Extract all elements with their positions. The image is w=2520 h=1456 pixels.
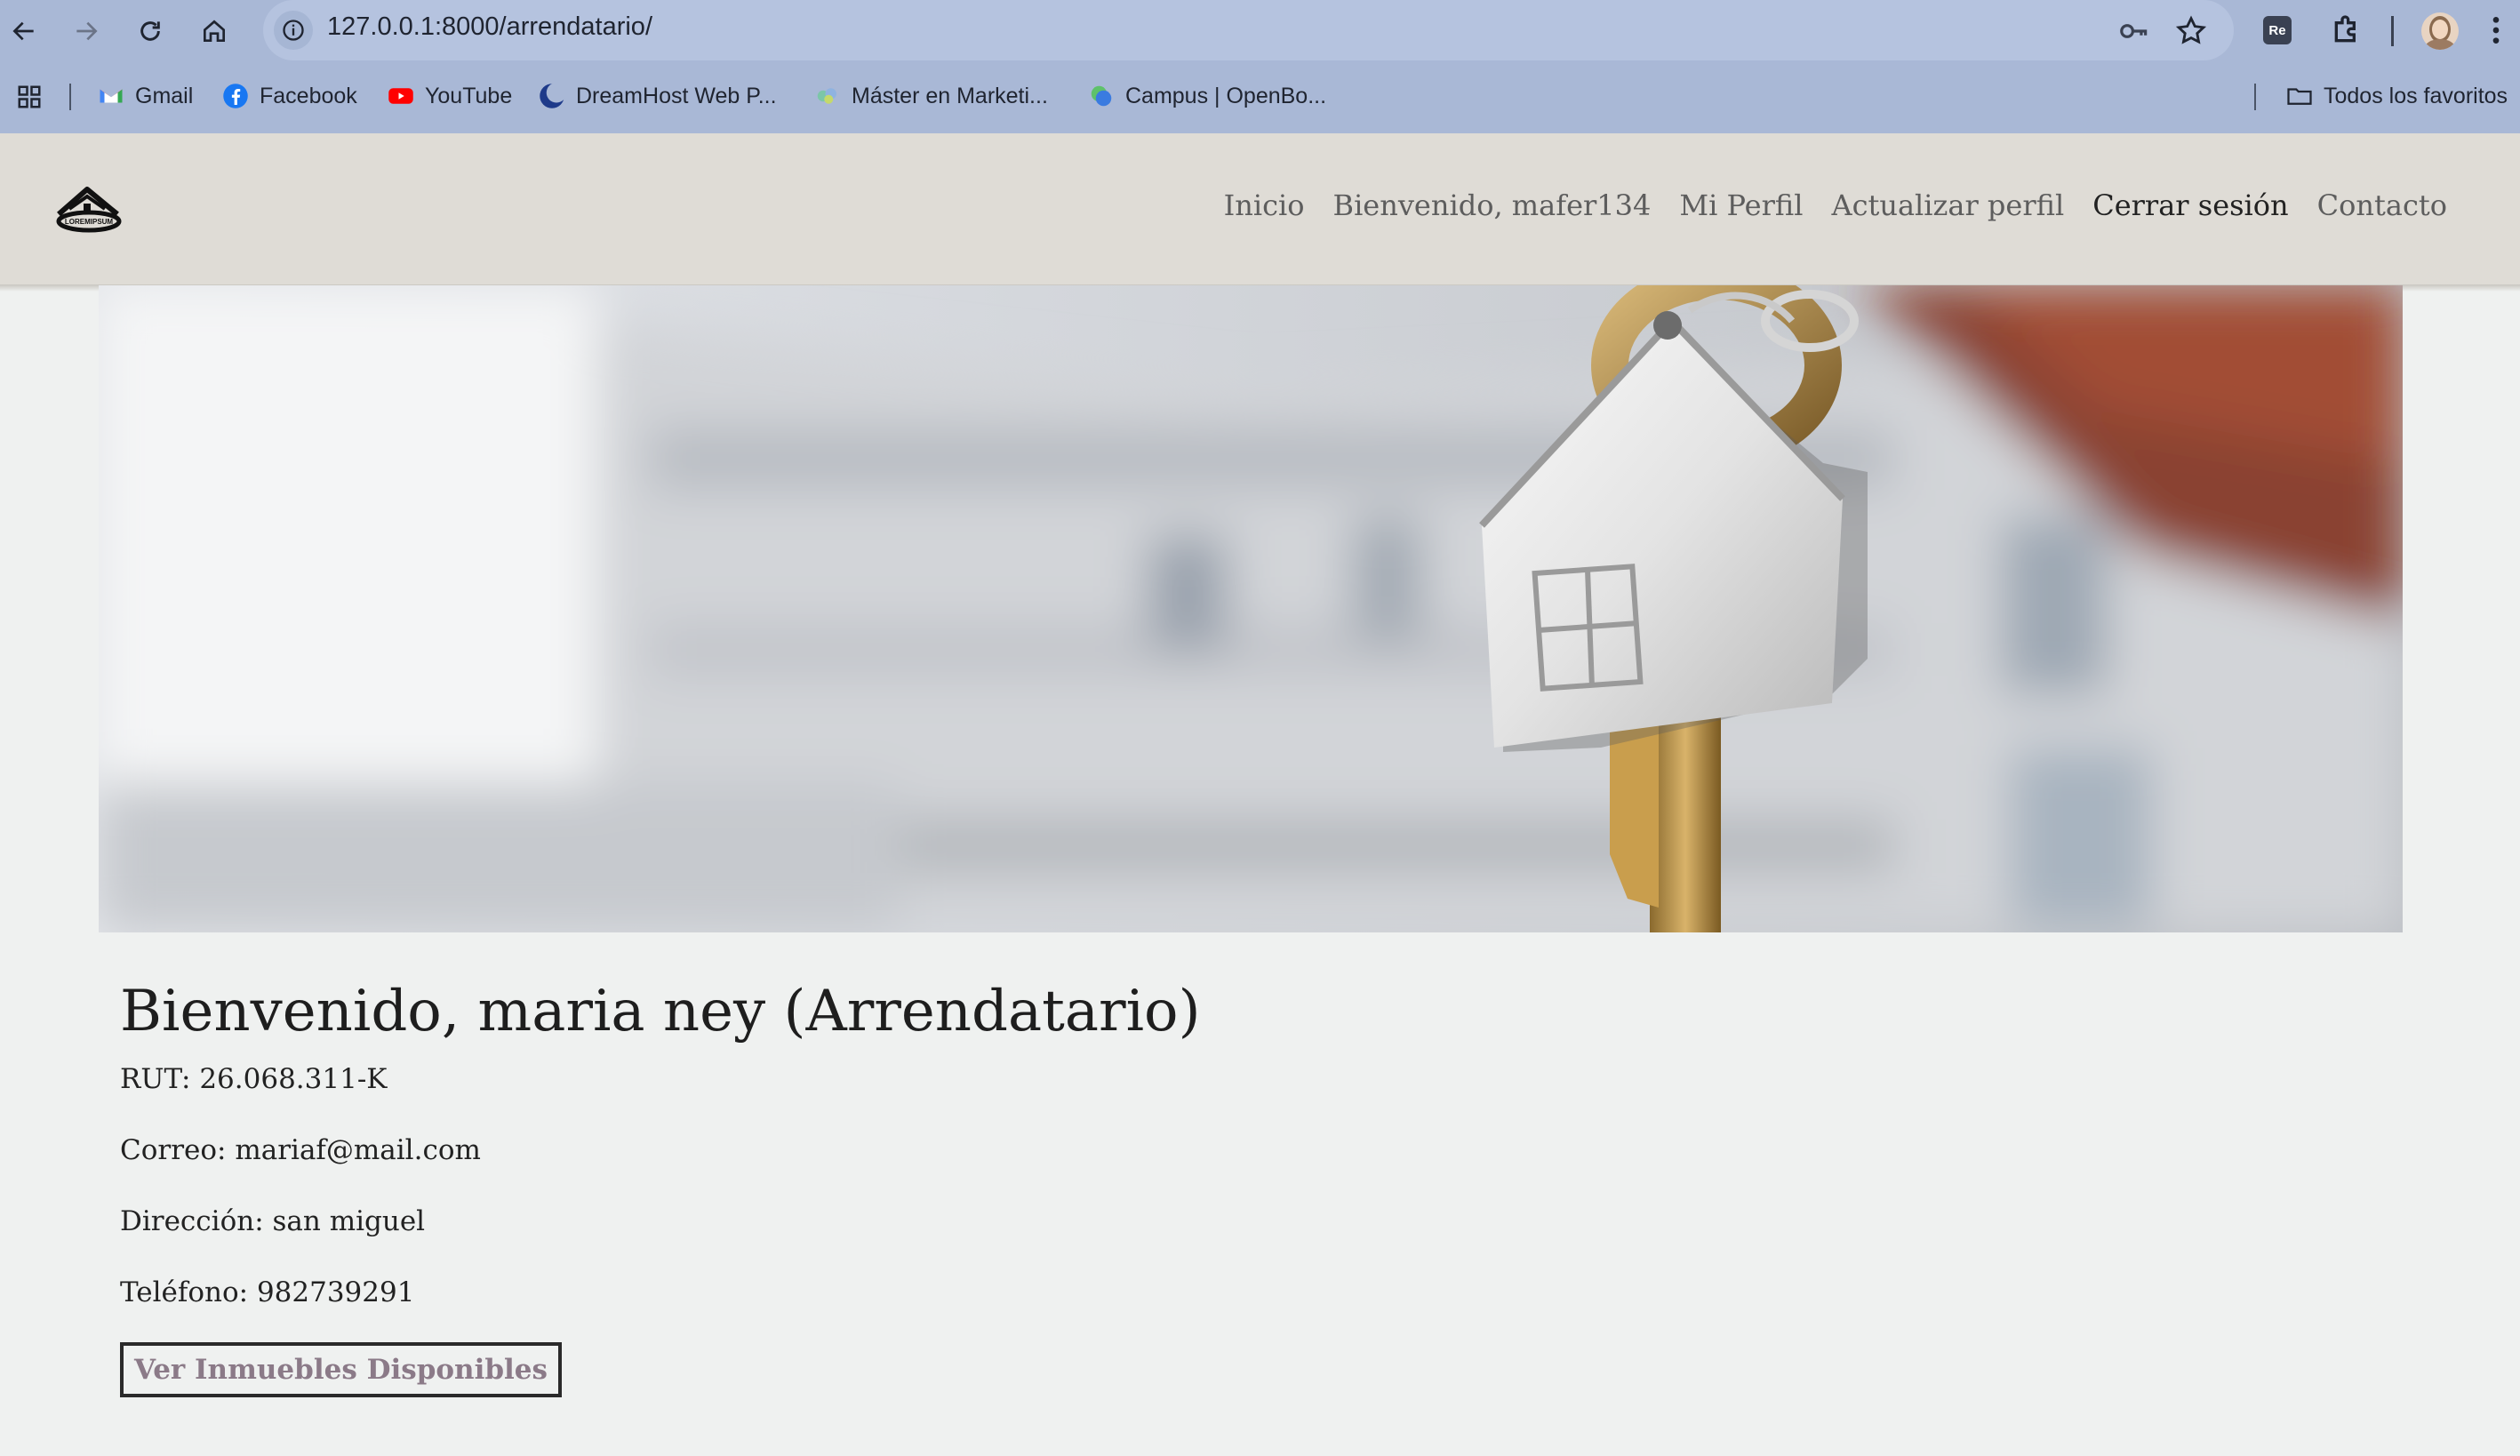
address-bar[interactable]: 127.0.0.1:8000/arrendatario/ bbox=[263, 0, 2234, 60]
forward-arrow-icon bbox=[76, 21, 98, 41]
bookmark-gmail[interactable]: Gmail bbox=[98, 78, 193, 114]
view-available-properties-button[interactable]: Ver Inmuebles Disponibles bbox=[120, 1342, 562, 1397]
folder-icon bbox=[2287, 88, 2312, 105]
back-button[interactable] bbox=[4, 11, 44, 52]
star-icon[interactable] bbox=[2174, 14, 2208, 48]
nav-inicio[interactable]: Inicio bbox=[1224, 188, 1305, 222]
apps-grid-icon[interactable] bbox=[16, 84, 43, 110]
site-menu: Inicio Bienvenido, mafer134 Mi Perfil Ac… bbox=[1224, 188, 2447, 222]
site-navbar: LOREMIPSUM Inicio Bienvenido, mafer134 M… bbox=[0, 133, 2520, 284]
dreamhost-icon bbox=[540, 83, 565, 108]
logo-text: LOREMIPSUM bbox=[65, 218, 114, 226]
site-info-icon[interactable] bbox=[274, 11, 313, 50]
bookmark-label: Facebook bbox=[260, 83, 357, 108]
bookmarks-divider bbox=[69, 84, 71, 110]
bookmark-dreamhost[interactable]: DreamHost Web P... bbox=[539, 78, 777, 114]
site-logo[interactable]: LOREMIPSUM bbox=[53, 180, 124, 237]
profile-section: Bienvenido, maria ney (Arrendatario) RUT… bbox=[120, 969, 2253, 1397]
bookmarks-divider bbox=[2254, 84, 2256, 110]
home-button[interactable] bbox=[194, 11, 235, 52]
key-icon[interactable] bbox=[2117, 14, 2151, 48]
all-bookmarks-label: Todos los favoritos bbox=[2324, 83, 2508, 108]
reload-button[interactable] bbox=[130, 11, 171, 52]
all-bookmarks-folder[interactable]: Todos los favoritos bbox=[2286, 78, 2508, 114]
forward-button[interactable] bbox=[66, 11, 107, 52]
bookmark-master[interactable]: Máster en Marketi... bbox=[814, 78, 1048, 114]
facebook-icon bbox=[223, 84, 248, 108]
youtube-icon bbox=[388, 88, 413, 104]
bookmark-label: DreamHost Web P... bbox=[576, 83, 777, 108]
back-arrow-icon bbox=[12, 21, 34, 41]
browser-chrome: 127.0.0.1:8000/arrendatario/ Re Gmail Fa… bbox=[0, 0, 2520, 133]
address-field: Dirección: san miguel bbox=[120, 1205, 426, 1237]
master-icon bbox=[817, 88, 836, 104]
bookmarks-bar: Gmail Facebook YouTube DreamHost Web P..… bbox=[0, 71, 2520, 121]
profile-avatar[interactable] bbox=[2421, 12, 2459, 50]
extension-re-label: Re bbox=[2268, 22, 2286, 38]
extensions-puzzle-icon[interactable] bbox=[2329, 12, 2364, 48]
rut-field: RUT: 26.068.311-K bbox=[120, 1063, 388, 1095]
nav-bienvenido[interactable]: Bienvenido, mafer134 bbox=[1333, 188, 1652, 222]
nav-mi-perfil[interactable]: Mi Perfil bbox=[1679, 188, 1803, 222]
reload-icon bbox=[140, 21, 160, 41]
bookmark-label: Máster en Marketi... bbox=[852, 83, 1048, 108]
phone-field: Teléfono: 982739291 bbox=[120, 1276, 415, 1308]
bookmark-campus[interactable]: Campus | OpenBo... bbox=[1088, 78, 1326, 114]
home-icon bbox=[204, 20, 225, 42]
page-title: Bienvenido, maria ney (Arrendatario) bbox=[120, 979, 1201, 1044]
bookmark-label: Gmail bbox=[135, 83, 194, 108]
hero-image bbox=[99, 285, 2403, 932]
bookmark-label: YouTube bbox=[425, 83, 513, 108]
extension-re-icon[interactable]: Re bbox=[2263, 16, 2292, 44]
bookmark-facebook[interactable]: Facebook bbox=[222, 78, 357, 114]
nav-contacto[interactable]: Contacto bbox=[2317, 188, 2447, 222]
nav-actualizar-perfil[interactable]: Actualizar perfil bbox=[1831, 188, 2064, 222]
toolbar-divider bbox=[2391, 16, 2394, 46]
bookmark-label: Campus | OpenBo... bbox=[1125, 83, 1327, 108]
house-key-photo bbox=[99, 285, 2403, 932]
url-text[interactable]: 127.0.0.1:8000/arrendatario/ bbox=[327, 12, 652, 42]
kebab-menu-icon[interactable] bbox=[2487, 12, 2505, 48]
browser-toolbar: 127.0.0.1:8000/arrendatario/ Re bbox=[0, 0, 2520, 62]
gmail-icon bbox=[100, 89, 123, 103]
bookmark-youtube[interactable]: YouTube bbox=[388, 78, 512, 114]
email-field: Correo: mariaf@mail.com bbox=[120, 1134, 481, 1166]
campus-icon bbox=[1091, 85, 1112, 107]
nav-cerrar-sesion[interactable]: Cerrar sesión bbox=[2092, 188, 2288, 222]
